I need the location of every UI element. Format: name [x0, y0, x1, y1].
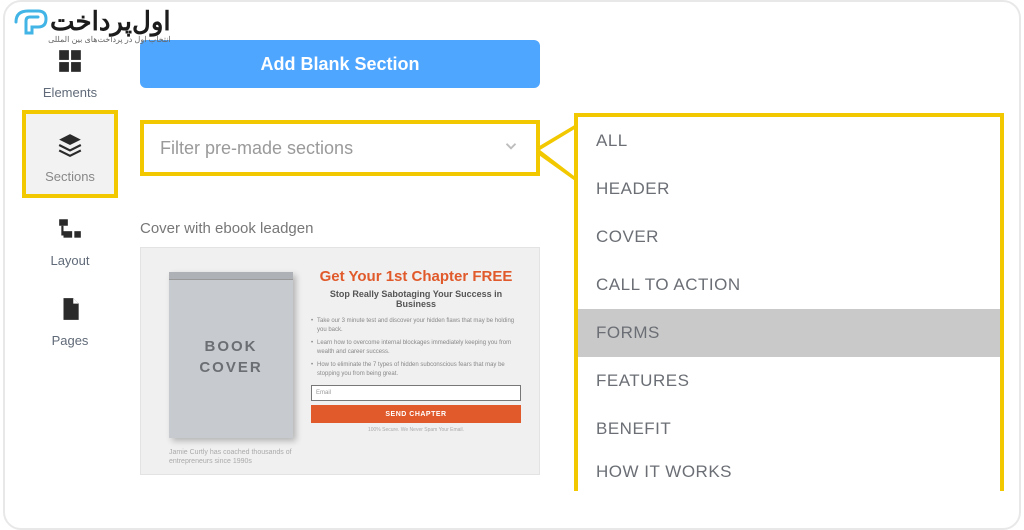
dd-item-forms[interactable]: FORMS — [578, 309, 1000, 357]
promo-headline: Get Your 1st Chapter FREE — [311, 268, 521, 285]
dd-item-header[interactable]: HEADER — [578, 165, 1000, 213]
filter-sections-dropdown[interactable]: Filter pre-made sections — [140, 120, 540, 176]
brand-name: اول‌پرداخت — [50, 6, 171, 37]
sidebar: Elements Sections Layout Pages — [22, 30, 118, 358]
layers-icon — [26, 132, 114, 163]
chevron-down-icon — [502, 137, 520, 160]
promo-bullets: Take our 3 minute test and discover your… — [311, 317, 521, 379]
promo-block: Get Your 1st Chapter FREE Stop Really Sa… — [311, 268, 521, 433]
brand-glyph-icon — [14, 9, 48, 35]
dd-item-cover[interactable]: COVER — [578, 213, 1000, 261]
sidebar-item-sections[interactable]: Sections — [22, 110, 118, 198]
promo-subhead: Stop Really Sabotaging Your Success in B… — [311, 289, 521, 309]
brand-logo: اول‌پرداخت انتخاب اول در پرداخت‌های بین … — [14, 6, 171, 44]
dd-item-benefit[interactable]: BENEFIT — [578, 405, 1000, 453]
sidebar-item-layout[interactable]: Layout — [22, 198, 118, 278]
email-input-preview: Email — [311, 385, 521, 401]
send-chapter-button-preview: SEND CHAPTER — [311, 405, 521, 423]
dd-item-cta[interactable]: CALL TO ACTION — [578, 261, 1000, 309]
book-cover-graphic: BOOKCOVER — [169, 272, 293, 438]
sidebar-item-label: Pages — [22, 333, 118, 348]
sidebar-item-label: Elements — [22, 85, 118, 100]
grid-icon — [22, 48, 118, 79]
dd-item-all[interactable]: ALL — [578, 117, 1000, 165]
add-blank-section-button[interactable]: Add Blank Section — [140, 40, 540, 88]
section-preview-card[interactable]: BOOKCOVER Get Your 1st Chapter FREE Stop… — [140, 247, 540, 475]
secure-note: 100% Secure. We Never Spam Your Email. — [311, 427, 521, 433]
layout-tree-icon — [22, 216, 118, 247]
page-icon — [22, 296, 118, 327]
sidebar-item-pages[interactable]: Pages — [22, 278, 118, 358]
dd-item-features[interactable]: FEATURES — [578, 357, 1000, 405]
brand-tagline: انتخاب اول در پرداخت‌های بین المللی — [14, 35, 171, 44]
main-panel: Add Blank Section Filter pre-made sectio… — [140, 40, 540, 475]
filter-placeholder: Filter pre-made sections — [160, 138, 353, 159]
sidebar-item-label: Layout — [22, 253, 118, 268]
sidebar-item-label: Sections — [26, 169, 114, 184]
dd-item-howitworks[interactable]: HOW IT WORKS — [578, 453, 1000, 491]
section-card-title: Cover with ebook leadgen — [140, 220, 540, 237]
filter-dropdown-menu: ALL HEADER COVER CALL TO ACTION FORMS FE… — [574, 113, 1004, 491]
coach-caption: Jamie Curtly has coached thousands ofent… — [169, 448, 292, 466]
